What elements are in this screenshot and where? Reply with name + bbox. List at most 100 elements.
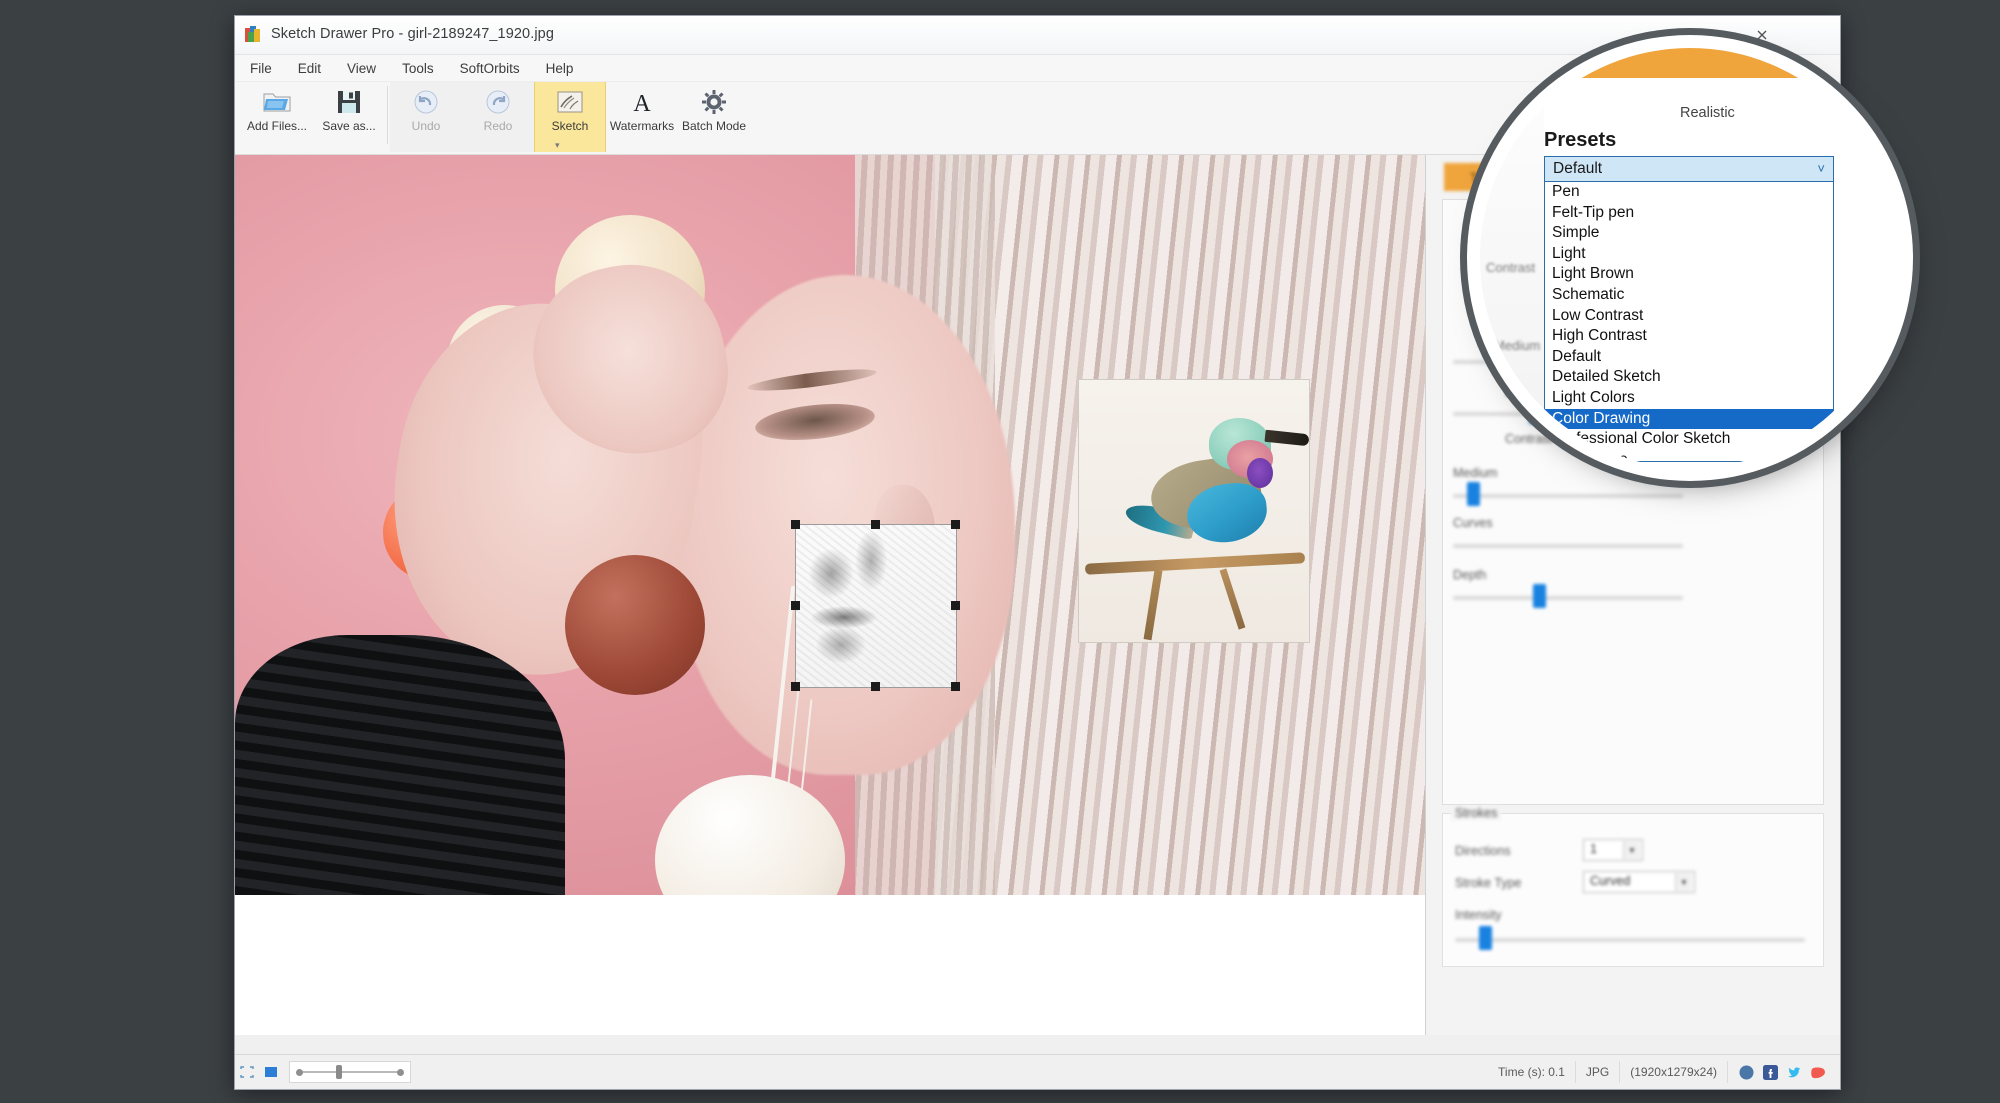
intensity-label: Intensity [1455, 908, 1502, 922]
menu-item-view[interactable]: View [344, 59, 379, 78]
facebook-icon[interactable] [1758, 1061, 1782, 1083]
window-title: Sketch Drawer Pro - girl-2189247_1920.jp… [271, 26, 554, 42]
zoom-slider[interactable] [289, 1061, 411, 1083]
toolbar-redo-label: Redo [483, 119, 513, 133]
preset-option-simple[interactable]: Simple [1545, 223, 1833, 244]
undo-arrow-icon [412, 87, 440, 117]
selection-handle-e[interactable] [951, 601, 960, 610]
toolbar-batch-mode-button[interactable]: Batch Mode [678, 82, 750, 152]
depth-slider-thumb[interactable] [1533, 584, 1546, 608]
intensity-slider-thumb[interactable] [1479, 926, 1492, 950]
directions-value: 1 [1590, 842, 1597, 856]
preset-dropdown-magnifier: Contrast Medium Curves Realistic ¤ Prese… [1480, 48, 1900, 468]
status-bar: Time (s): 0.1 JPG (1920x1279x24) [235, 1054, 1840, 1089]
menu-item-edit[interactable]: Edit [295, 59, 324, 78]
curves-slider-track[interactable] [1453, 544, 1683, 548]
selection-handle-w[interactable] [791, 601, 800, 610]
toolbar-undo-button[interactable]: Undo [390, 82, 462, 152]
selection-handle-s[interactable] [871, 682, 880, 691]
directions-stepper[interactable]: 1 ▼ [1583, 839, 1643, 861]
magnified-field-label-curves: Curves [1490, 400, 1532, 415]
strokes-group: Strokes Directions 1 ▼ Stroke Type Curve… [1442, 806, 1824, 967]
directions-label: Directions [1455, 844, 1511, 858]
magnified-tab-realistic-label: Realistic [1680, 105, 1735, 121]
toolbar-watermarks-label: Watermarks [609, 119, 675, 133]
toolbar-add-files-button[interactable]: Add Files... [241, 82, 313, 152]
sketch-preview-content [796, 525, 956, 687]
twitter-icon[interactable] [1782, 1061, 1806, 1083]
toolbar-undo-label: Undo [411, 119, 441, 133]
toolbar-save-as-button[interactable]: Save as... [313, 82, 385, 152]
youtube-icon[interactable] [1806, 1061, 1830, 1083]
panel-pin-icon[interactable]: ¤ [1871, 106, 1878, 121]
field-label-depth: Depth [1453, 568, 1487, 582]
chevron-down-icon[interactable]: ▼ [1623, 841, 1640, 859]
stroke-type-label: Stroke Type [1455, 876, 1522, 890]
zoom-slider-thumb[interactable] [336, 1065, 342, 1079]
selection-handle-nw[interactable] [791, 520, 800, 529]
preset-option-light[interactable]: Light [1545, 244, 1833, 265]
zoom-slider-min-dot [296, 1069, 303, 1076]
preset-option-felt-tip-pen[interactable]: Felt-Tip pen [1545, 203, 1833, 224]
chevron-down-icon[interactable]: ˅ [1817, 161, 1825, 176]
magnifier-content: Contrast Medium Curves Realistic ¤ Prese… [1480, 48, 1900, 468]
vk-icon[interactable] [1734, 1061, 1758, 1083]
status-time: Time (s): 0.1 [1488, 1061, 1576, 1083]
presets-dropdown[interactable]: Default ˅ [1544, 156, 1834, 182]
image-canvas[interactable] [235, 155, 1426, 1035]
folder-open-icon [262, 87, 292, 117]
toolbar-add-files-label: Add Files... [246, 119, 308, 133]
svg-text:A: A [633, 91, 651, 115]
toolbar-batch-mode-label: Batch Mode [681, 119, 747, 133]
presets-dropdown-list[interactable]: Pen Felt-Tip pen Simple Light Light Brow… [1544, 182, 1834, 462]
selection-handle-n[interactable] [871, 520, 880, 529]
redo-arrow-icon [484, 87, 512, 117]
preset-option-schematic[interactable]: Schematic [1545, 285, 1833, 306]
preset-option-color-drawing[interactable]: Color Drawing [1545, 408, 1833, 430]
magnified-toolbox-tabbar [1480, 48, 1900, 78]
toolbar-sketch-button[interactable]: Sketch [534, 82, 606, 152]
preset-option-light-brown[interactable]: Light Brown [1545, 264, 1833, 285]
medium-slider-thumb[interactable] [1467, 482, 1480, 506]
stroke-type-value: Curved [1590, 874, 1631, 888]
chevron-down-icon[interactable]: ▼ [1675, 873, 1692, 891]
status-dimensions: (1920x1279x24) [1620, 1061, 1728, 1083]
depth-slider-track[interactable] [1453, 596, 1683, 600]
decor-sphere [565, 555, 705, 695]
stroke-type-dropdown[interactable]: Curved ▼ [1583, 871, 1695, 893]
toolbar-watermarks-button[interactable]: A Watermarks [606, 82, 678, 152]
field-label-curves: Curves [1453, 516, 1493, 530]
bird-throat [1247, 458, 1273, 488]
crop-icon[interactable] [259, 1061, 283, 1083]
menu-item-help[interactable]: Help [543, 59, 577, 78]
medium-slider-track[interactable] [1453, 494, 1683, 498]
zoom-slider-max-dot [397, 1069, 404, 1076]
status-format: JPG [1576, 1061, 1621, 1083]
menu-item-tools[interactable]: Tools [399, 59, 437, 78]
strokes-group-title: Strokes [1451, 806, 1502, 820]
save-disk-icon [336, 87, 362, 117]
menu-item-softorbits[interactable]: SoftOrbits [457, 59, 523, 78]
field-label-medium: Medium [1453, 466, 1498, 480]
preset-option-high-contrast[interactable]: High Contrast [1545, 326, 1833, 347]
toolbar-redo-button[interactable]: Redo [462, 82, 534, 152]
selection-handle-se[interactable] [951, 682, 960, 691]
magnified-field-label-contrast: Contrast [1486, 260, 1536, 275]
preset-option-professional-color-sketch[interactable]: Professional Color Sketch [1545, 429, 1833, 450]
preset-option-detailed-sketch[interactable]: Detailed Sketch [1545, 367, 1833, 388]
fit-to-window-icon[interactable] [235, 1061, 259, 1083]
chevron-down-icon[interactable]: ▾ [555, 140, 560, 151]
bird-sample-thumbnail [1078, 379, 1310, 643]
menu-item-file[interactable]: File [247, 59, 275, 78]
sketch-preview-selection[interactable] [795, 524, 957, 688]
intensity-slider-track[interactable] [1455, 938, 1805, 942]
preset-option-default[interactable]: Default [1545, 347, 1833, 368]
toolbar-sketch-label: Sketch [551, 119, 589, 133]
selection-handle-ne[interactable] [951, 520, 960, 529]
toolbar-separator-1 [387, 86, 388, 144]
preset-option-light-colors[interactable]: Light Colors [1545, 388, 1833, 409]
selection-handle-sw[interactable] [791, 682, 800, 691]
preset-option-low-contrast[interactable]: Low Contrast [1545, 306, 1833, 327]
preset-option-expressive[interactable]: Expressive [1545, 450, 1833, 461]
preset-option-pen[interactable]: Pen [1545, 182, 1833, 203]
